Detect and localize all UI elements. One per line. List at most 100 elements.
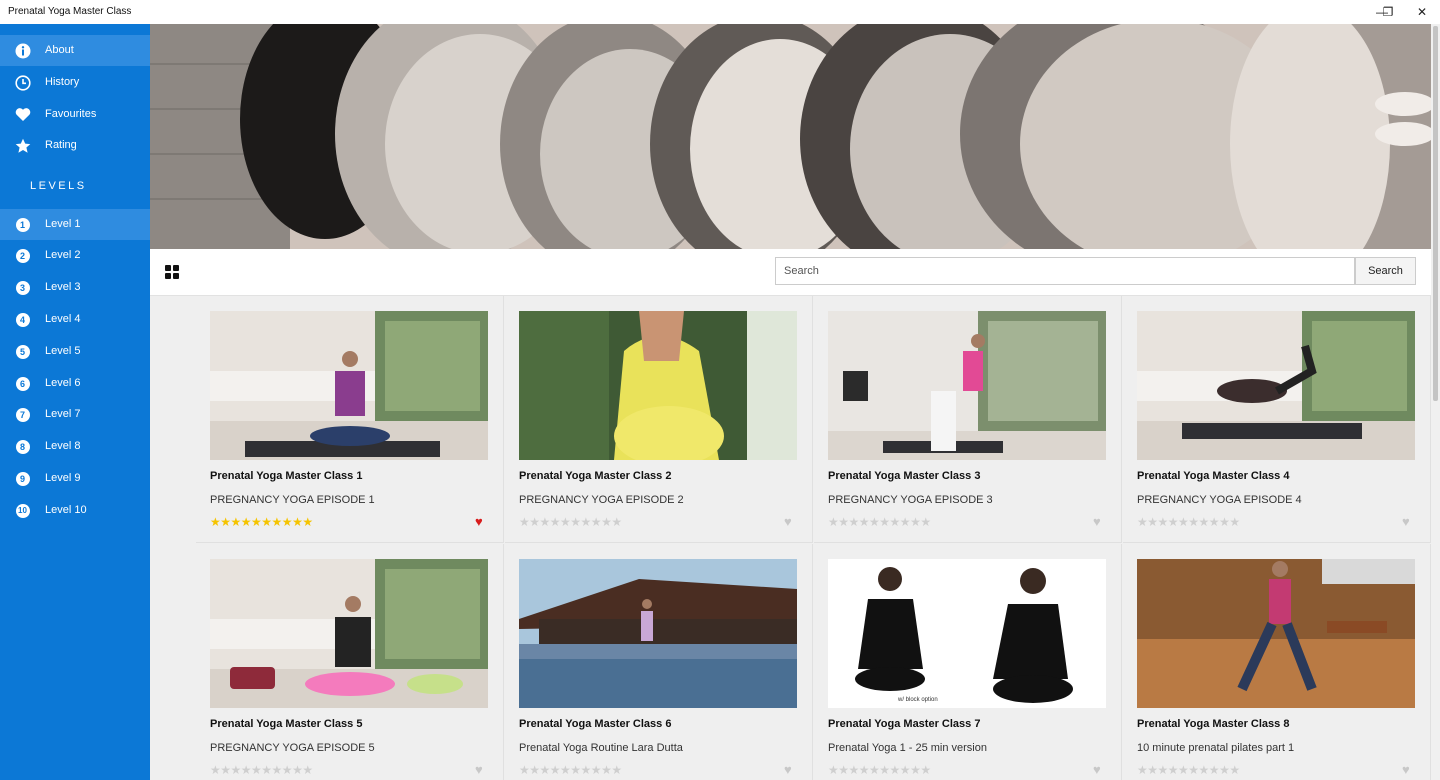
video-subtitle: PREGNANCY YOGA EPISODE 3 bbox=[828, 494, 993, 506]
search-button[interactable]: Search bbox=[1355, 257, 1416, 285]
sidebar-item-label: Level 6 bbox=[45, 377, 81, 389]
rating-stars[interactable]: ★★★★★★★★★★ bbox=[210, 763, 313, 777]
number-3-icon: 3 bbox=[14, 279, 31, 296]
number-4-icon: 4 bbox=[14, 311, 31, 328]
rating-stars[interactable]: ★★★★★★★★★★ bbox=[519, 515, 622, 529]
video-thumbnail[interactable]: w/ block option bbox=[828, 559, 1106, 708]
video-card[interactable]: Prenatal Yoga Master Class 2 PREGNANCY Y… bbox=[505, 296, 813, 543]
number-10-icon: 10 bbox=[14, 502, 31, 519]
video-grid: Prenatal Yoga Master Class 1 PREGNANCY Y… bbox=[150, 296, 1431, 780]
number-1-icon: 1 bbox=[14, 216, 31, 233]
video-subtitle: Prenatal Yoga 1 - 25 min version bbox=[828, 742, 987, 754]
video-subtitle: PREGNANCY YOGA EPISODE 4 bbox=[1137, 494, 1302, 506]
video-title: Prenatal Yoga Master Class 2 bbox=[519, 470, 672, 482]
sidebar-item-label: Level 3 bbox=[45, 281, 81, 293]
sidebar-item-level-8[interactable]: 8 Level 8 bbox=[0, 431, 150, 462]
star-icon bbox=[14, 137, 31, 154]
video-thumbnail[interactable] bbox=[210, 559, 488, 708]
thumbnail-caption: w/ block option bbox=[897, 697, 938, 703]
video-title: Prenatal Yoga Master Class 1 bbox=[210, 470, 363, 482]
sidebar-item-label: Level 9 bbox=[45, 472, 81, 484]
sidebar-item-level-1[interactable]: 1 Level 1 bbox=[0, 209, 150, 240]
grid-view-icon[interactable] bbox=[165, 265, 181, 281]
sidebar-item-label: Level 1 bbox=[45, 218, 81, 230]
video-thumbnail[interactable] bbox=[828, 311, 1106, 460]
sidebar-item-label: Level 2 bbox=[45, 249, 81, 261]
search-input[interactable] bbox=[775, 257, 1355, 285]
favourite-heart-icon[interactable]: ♥ bbox=[784, 514, 792, 529]
close-button[interactable]: ✕ bbox=[1405, 0, 1439, 24]
hero-banner-image bbox=[150, 24, 1431, 249]
sidebar-item-level-4[interactable]: 4 Level 4 bbox=[0, 304, 150, 335]
sidebar-item-label: Level 8 bbox=[45, 440, 81, 452]
favourite-heart-icon[interactable]: ♥ bbox=[784, 762, 792, 777]
rating-stars[interactable]: ★★★★★★★★★★ bbox=[828, 763, 931, 777]
video-thumbnail[interactable] bbox=[210, 311, 488, 460]
video-subtitle: PREGNANCY YOGA EPISODE 2 bbox=[519, 494, 684, 506]
rating-stars[interactable]: ★★★★★★★★★★ bbox=[1137, 515, 1240, 529]
sidebar-item-label: About bbox=[45, 44, 74, 56]
favourite-heart-icon[interactable]: ♥ bbox=[1402, 762, 1410, 777]
video-card[interactable]: w/ block option Prenatal Yoga Master Cla… bbox=[814, 544, 1122, 780]
sidebar-item-label: Rating bbox=[45, 139, 77, 151]
sidebar-item-about[interactable]: About bbox=[0, 35, 150, 66]
sidebar-item-label: Level 10 bbox=[45, 504, 87, 516]
video-title: Prenatal Yoga Master Class 8 bbox=[1137, 718, 1290, 730]
favourite-heart-icon[interactable]: ♥ bbox=[1402, 514, 1410, 529]
info-icon bbox=[14, 42, 31, 59]
number-2-icon: 2 bbox=[14, 247, 31, 264]
video-card[interactable]: Prenatal Yoga Master Class 1 PREGNANCY Y… bbox=[196, 296, 504, 543]
favourite-heart-icon[interactable]: ♥ bbox=[475, 514, 483, 529]
video-title: Prenatal Yoga Master Class 7 bbox=[828, 718, 981, 730]
heart-icon bbox=[14, 106, 31, 123]
video-subtitle: Prenatal Yoga Routine Lara Dutta bbox=[519, 742, 683, 754]
video-subtitle: PREGNANCY YOGA EPISODE 5 bbox=[210, 742, 375, 754]
scrollbar-thumb[interactable] bbox=[1433, 26, 1438, 401]
sidebar-item-label: Favourites bbox=[45, 108, 97, 120]
video-title: Prenatal Yoga Master Class 5 bbox=[210, 718, 363, 730]
sidebar-item-level-2[interactable]: 2 Level 2 bbox=[0, 240, 150, 271]
video-thumbnail[interactable] bbox=[1137, 559, 1415, 708]
sidebar-item-history[interactable]: History bbox=[0, 67, 150, 98]
number-6-icon: 6 bbox=[14, 375, 31, 392]
sidebar-item-label: History bbox=[45, 76, 80, 88]
favourite-heart-icon[interactable]: ♥ bbox=[1093, 762, 1101, 777]
rating-stars[interactable]: ★★★★★★★★★★ bbox=[519, 763, 622, 777]
video-title: Prenatal Yoga Master Class 3 bbox=[828, 470, 981, 482]
toolbar: Search bbox=[150, 249, 1431, 296]
video-thumbnail[interactable] bbox=[519, 311, 797, 460]
video-card[interactable]: Prenatal Yoga Master Class 3 PREGNANCY Y… bbox=[814, 296, 1122, 543]
number-9-icon: 9 bbox=[14, 470, 31, 487]
video-card[interactable]: Prenatal Yoga Master Class 6 Prenatal Yo… bbox=[505, 544, 813, 780]
rating-stars[interactable]: ★★★★★★★★★★ bbox=[210, 515, 313, 529]
video-thumbnail[interactable] bbox=[519, 559, 797, 708]
sidebar-item-level-9[interactable]: 9 Level 9 bbox=[0, 463, 150, 494]
scrollbar[interactable] bbox=[1431, 24, 1440, 780]
window-title: Prenatal Yoga Master Class bbox=[8, 6, 132, 17]
sidebar-item-label: Level 7 bbox=[45, 408, 81, 420]
video-title: Prenatal Yoga Master Class 4 bbox=[1137, 470, 1290, 482]
number-8-icon: 8 bbox=[14, 438, 31, 455]
favourite-heart-icon[interactable]: ♥ bbox=[1093, 514, 1101, 529]
sidebar-item-rating[interactable]: Rating bbox=[0, 130, 150, 161]
video-card[interactable]: Prenatal Yoga Master Class 5 PREGNANCY Y… bbox=[196, 544, 504, 780]
video-thumbnail[interactable] bbox=[1137, 311, 1415, 460]
video-card[interactable]: Prenatal Yoga Master Class 4 PREGNANCY Y… bbox=[1123, 296, 1431, 543]
favourite-heart-icon[interactable]: ♥ bbox=[475, 762, 483, 777]
video-title: Prenatal Yoga Master Class 6 bbox=[519, 718, 672, 730]
rating-stars[interactable]: ★★★★★★★★★★ bbox=[1137, 763, 1240, 777]
sidebar: About History Favourites Rating LEVELS 1… bbox=[0, 24, 150, 780]
sidebar-item-favourites[interactable]: Favourites bbox=[0, 99, 150, 130]
number-7-icon: 7 bbox=[14, 406, 31, 423]
restore-button[interactable]: ❐ bbox=[1371, 0, 1405, 24]
sidebar-item-label: Level 5 bbox=[45, 345, 81, 357]
video-card[interactable]: Prenatal Yoga Master Class 8 10 minute p… bbox=[1123, 544, 1431, 780]
rating-stars[interactable]: ★★★★★★★★★★ bbox=[828, 515, 931, 529]
sidebar-item-level-6[interactable]: 6 Level 6 bbox=[0, 368, 150, 399]
sidebar-item-level-3[interactable]: 3 Level 3 bbox=[0, 272, 150, 303]
number-5-icon: 5 bbox=[14, 343, 31, 360]
sidebar-item-level-10[interactable]: 10 Level 10 bbox=[0, 495, 150, 526]
sidebar-item-level-7[interactable]: 7 Level 7 bbox=[0, 399, 150, 430]
video-subtitle: PREGNANCY YOGA EPISODE 1 bbox=[210, 494, 375, 506]
sidebar-item-level-5[interactable]: 5 Level 5 bbox=[0, 336, 150, 367]
